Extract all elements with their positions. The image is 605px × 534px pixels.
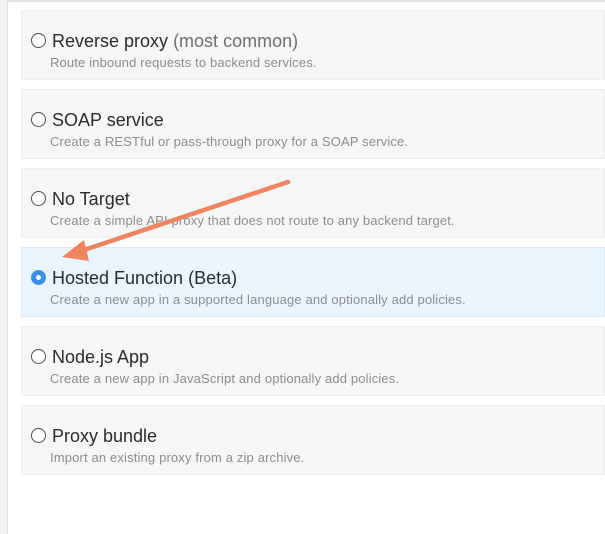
left-border [0, 0, 8, 534]
radio-button[interactable] [31, 33, 46, 48]
radio-button-checked[interactable] [31, 270, 46, 285]
proxy-type-options: Reverse proxy (most common) Route inboun… [21, 10, 605, 484]
option-description: Route inbound requests to backend servic… [50, 55, 317, 70]
option-soap-service[interactable]: SOAP service Create a RESTful or pass-th… [21, 89, 605, 159]
top-border [8, 0, 605, 2]
radio-button[interactable] [31, 112, 46, 127]
option-description: Import an existing proxy from a zip arch… [50, 450, 305, 465]
option-title: Proxy bundle [52, 426, 158, 446]
option-title: No Target [52, 189, 130, 209]
option-title: Hosted Function (Beta) [52, 268, 238, 288]
option-title: Reverse proxy (most common) [52, 31, 299, 51]
radio-button[interactable] [31, 349, 46, 364]
option-proxy-bundle[interactable]: Proxy bundle Import an existing proxy fr… [21, 405, 605, 475]
option-hint: (most common) [173, 31, 299, 51]
option-title: SOAP service [52, 110, 164, 130]
radio-button[interactable] [31, 191, 46, 206]
option-description: Create a RESTful or pass-through proxy f… [50, 134, 409, 149]
option-reverse-proxy[interactable]: Reverse proxy (most common) Route inboun… [21, 10, 605, 80]
option-description: Create a simple API proxy that does not … [50, 213, 455, 228]
option-description: Create a new app in a supported language… [50, 292, 466, 307]
option-hosted-function[interactable]: Hosted Function (Beta) Create a new app … [21, 247, 605, 317]
option-nodejs-app[interactable]: Node.js App Create a new app in JavaScri… [21, 326, 605, 396]
option-description: Create a new app in JavaScript and optio… [50, 371, 400, 386]
radio-button[interactable] [31, 428, 46, 443]
option-title: Node.js App [52, 347, 150, 367]
option-no-target[interactable]: No Target Create a simple API proxy that… [21, 168, 605, 238]
